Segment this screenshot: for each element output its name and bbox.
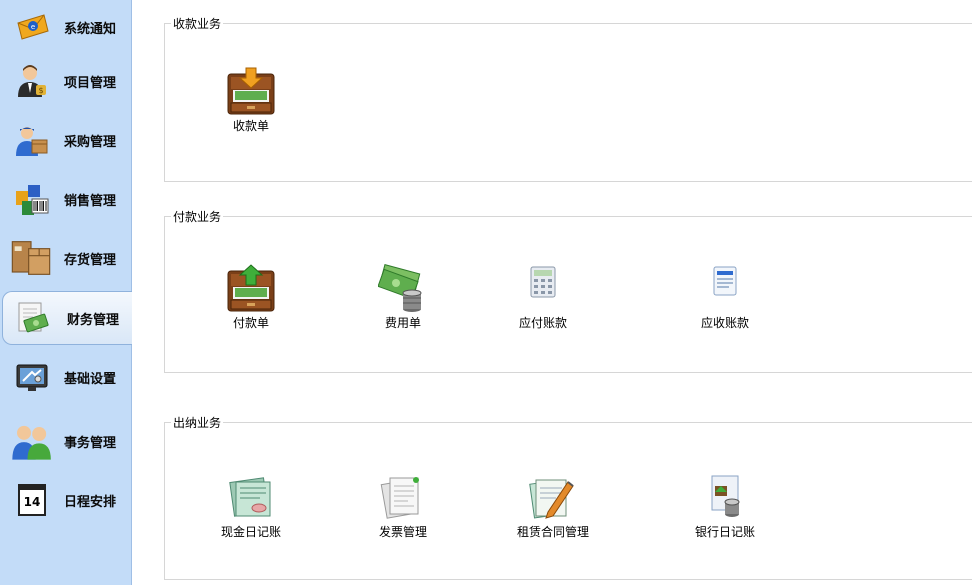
tile-label: 费用单 <box>384 316 421 330</box>
tile-label: 应收账款 <box>700 316 749 330</box>
form-document-icon <box>713 266 737 296</box>
sidebar-item-label: 事务管理 <box>64 435 117 451</box>
receipt-section: 收款业务 收款单 <box>164 15 972 182</box>
contract-pen-icon <box>529 479 574 519</box>
sidebar-item-label: 销售管理 <box>64 193 117 209</box>
sidebar-item-inventory[interactable]: 存货管理 <box>0 231 132 285</box>
sidebar-item-label: 系统通知 <box>64 21 117 37</box>
manager-person-icon: $ <box>18 65 46 97</box>
delivery-person-icon <box>16 127 48 156</box>
barcode-boxes-icon <box>16 185 49 215</box>
people-icon <box>12 425 51 460</box>
tile-label: 付款单 <box>232 316 269 330</box>
calculator-icon <box>530 266 556 298</box>
cash-coins-icon <box>378 264 422 312</box>
invoice-management-button[interactable]: 发票管理 <box>353 472 453 540</box>
invoice-stack-icon <box>380 477 419 519</box>
sidebar-item-purchasing[interactable]: 采购管理 <box>0 113 132 167</box>
accounts-receivable-button[interactable]: 应收账款 <box>675 263 775 331</box>
tile-label: 银行日记账 <box>694 525 755 539</box>
cash-drawer-in-icon <box>227 67 275 115</box>
sidebar-item-label: 存货管理 <box>64 252 117 268</box>
sidebar-item-affairs[interactable]: 事务管理 <box>0 414 132 468</box>
monitor-tools-icon <box>16 364 48 391</box>
payment-section: 付款业务 付款单 费用单 应付账款 应收账款 <box>164 208 972 373</box>
sidebar-item-settings[interactable]: 基础设置 <box>0 350 132 404</box>
tile-label: 收款单 <box>232 119 269 133</box>
sidebar-item-sales[interactable]: 销售管理 <box>0 172 132 226</box>
section-title: 收款业务 <box>171 15 224 32</box>
cash-drawer-out-icon <box>227 264 275 312</box>
calendar-day: 14 <box>23 495 41 509</box>
svg-text:e: e <box>31 23 35 31</box>
sidebar-item-label: 财务管理 <box>67 312 120 328</box>
sidebar: e 系统通知 $ 项目管理 采购管理 销售管理 存货管理 财务管理 基础设置 事… <box>0 0 132 585</box>
envelope-icon: e <box>17 14 49 40</box>
receipt-voucher-button[interactable]: 收款单 <box>201 66 301 134</box>
cash-journal-icon <box>229 477 271 517</box>
sidebar-item-label: 日程安排 <box>64 494 117 510</box>
sidebar-item-schedule[interactable]: 14 日程安排 <box>0 473 132 527</box>
sidebar-item-label: 基础设置 <box>64 371 117 387</box>
cash-journal-button[interactable]: 现金日记账 <box>201 472 301 540</box>
bank-journal-icon <box>711 475 740 517</box>
tile-label: 现金日记账 <box>220 525 281 539</box>
money-document-icon <box>18 302 49 333</box>
svg-text:$: $ <box>38 86 43 95</box>
sidebar-item-finance[interactable]: 财务管理 <box>2 291 132 345</box>
payment-voucher-button[interactable]: 付款单 <box>201 263 301 331</box>
cashier-section: 出纳业务 现金日记账 发票管理 租赁合同管理 银行日记账 <box>164 414 972 580</box>
tile-label: 发票管理 <box>378 525 427 539</box>
tile-label: 应付账款 <box>518 316 567 330</box>
section-title: 出纳业务 <box>171 414 224 431</box>
lease-contract-button[interactable]: 租赁合同管理 <box>503 472 603 540</box>
calendar-icon: 14 <box>18 484 46 516</box>
bank-journal-button[interactable]: 银行日记账 <box>675 472 775 540</box>
cardboard-boxes-icon <box>11 241 51 275</box>
tile-label: 租赁合同管理 <box>516 525 589 539</box>
accounts-payable-button[interactable]: 应付账款 <box>493 263 593 331</box>
sidebar-item-label: 项目管理 <box>64 75 117 91</box>
section-title: 付款业务 <box>171 208 224 225</box>
sidebar-item-label: 采购管理 <box>64 134 117 150</box>
sidebar-item-notifications[interactable]: e 系统通知 <box>0 0 132 54</box>
expense-voucher-button[interactable]: 费用单 <box>353 263 453 331</box>
sidebar-item-projects[interactable]: $ 项目管理 <box>0 54 132 108</box>
